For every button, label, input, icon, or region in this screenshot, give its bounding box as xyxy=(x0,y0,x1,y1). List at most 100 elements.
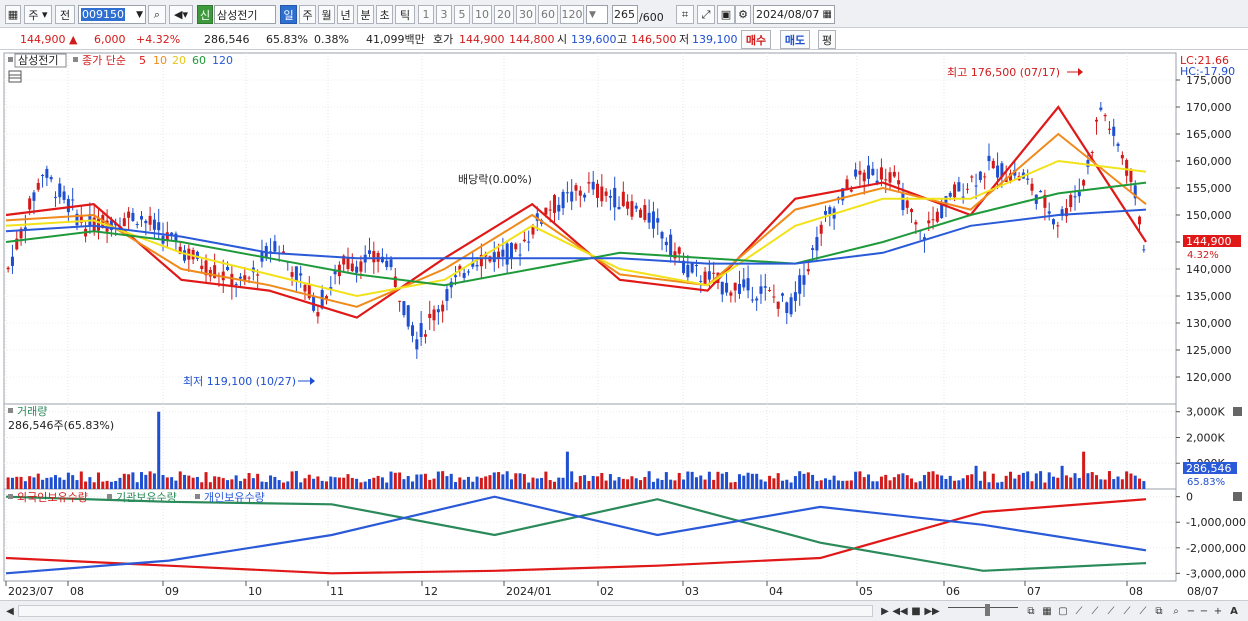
rewind-icon[interactable]: ◀◀ xyxy=(892,603,907,619)
candle-body xyxy=(1077,191,1081,197)
volume-bar xyxy=(729,482,733,489)
interval-30[interactable]: 30 xyxy=(516,5,536,24)
holdings-close-icon[interactable] xyxy=(1233,492,1242,501)
evaluate-button[interactable]: 평 xyxy=(818,30,836,49)
line-tool-icon[interactable]: ⟋ xyxy=(1072,603,1086,619)
layout-icon[interactable]: ⧉ xyxy=(1024,603,1038,619)
volume-bar xyxy=(127,474,131,489)
volume-bar xyxy=(948,475,952,489)
candle-body xyxy=(802,275,806,285)
candle-body xyxy=(466,271,470,273)
period-day[interactable]: 일 xyxy=(280,5,297,24)
candle-body xyxy=(703,271,707,285)
interval-120[interactable]: 120 xyxy=(560,5,584,24)
period-week[interactable]: 주 xyxy=(299,5,316,24)
candle-body xyxy=(647,212,651,223)
fast-forward-icon[interactable]: ▶▶ xyxy=(924,603,939,619)
grid-icon[interactable]: ▦ xyxy=(1040,603,1054,619)
scroll-right-icon[interactable]: ▶ xyxy=(879,603,891,619)
zoom-in-icon[interactable]: + xyxy=(1213,603,1223,619)
volume-bar xyxy=(385,482,389,489)
volume-bar xyxy=(1095,475,1099,489)
zigzag-tool-icon[interactable]: ⟋ xyxy=(1136,603,1150,619)
candle-body xyxy=(389,259,393,268)
screen-icon[interactable]: ▢ xyxy=(1056,603,1070,619)
scroll-left-icon[interactable]: ◀ xyxy=(4,603,16,619)
interval-3[interactable]: 3 xyxy=(436,5,452,24)
x-tick-label: 08/07 xyxy=(1187,585,1219,598)
stock-name-field[interactable]: 삼성전기 xyxy=(214,5,276,24)
interval-10[interactable]: 10 xyxy=(472,5,492,24)
x-tick-label: 02 xyxy=(600,585,614,598)
candle-body xyxy=(234,284,238,286)
trend-tool-icon[interactable]: ⟋ xyxy=(1088,603,1102,619)
volume-bar xyxy=(294,471,298,489)
zoom-slider-handle[interactable] xyxy=(985,604,990,616)
wave-tool-icon[interactable]: ⟋ xyxy=(1120,603,1134,619)
period-second[interactable]: 초 xyxy=(376,5,393,24)
market-select[interactable]: 주 ▾ xyxy=(24,5,52,24)
stock-code-input[interactable]: 009150 ▼ xyxy=(78,5,146,24)
period-month[interactable]: 월 xyxy=(318,5,335,24)
stop-icon[interactable]: ■ xyxy=(910,603,922,619)
volume-bar xyxy=(92,482,96,489)
volume-bar xyxy=(23,481,27,489)
indicator-icon[interactable]: ⌗ xyxy=(676,5,694,24)
search-icon[interactable]: ⌕ xyxy=(1170,603,1182,619)
candle-body xyxy=(673,251,677,259)
holdings-tick-label: 0 xyxy=(1186,491,1193,504)
count-input[interactable]: 265 xyxy=(612,5,638,24)
volume-close-icon[interactable] xyxy=(1233,407,1242,416)
interval-60[interactable]: 60 xyxy=(538,5,558,24)
interval-1[interactable]: 1 xyxy=(418,5,434,24)
period-tick[interactable]: 틱 xyxy=(395,5,415,24)
period-year[interactable]: 년 xyxy=(337,5,354,24)
save-icon[interactable]: ▣ xyxy=(717,5,735,24)
chart-area[interactable]: 175,000 170,000 165,000 160,000 155,000 150,0… xyxy=(0,51,1248,600)
volume-bar xyxy=(41,479,45,489)
candle-body xyxy=(561,191,565,209)
legend-ma20: 20 xyxy=(172,54,186,67)
candle-body xyxy=(733,282,737,291)
interval-custom-select[interactable]: ▼ xyxy=(586,5,608,24)
scroll-track[interactable] xyxy=(18,605,873,617)
current-pct-tag: 4.32% xyxy=(1187,250,1219,261)
volume-bar xyxy=(187,475,191,489)
buy-button[interactable]: 매수 xyxy=(741,30,771,49)
zoom-slider[interactable] xyxy=(948,607,1018,614)
sound-icon[interactable]: ◀▾ xyxy=(169,5,193,24)
dividend-annotation: 배당락(0.00%) xyxy=(458,173,532,186)
volume-bar xyxy=(62,479,66,489)
volume-bar xyxy=(540,477,544,489)
volume-bar xyxy=(953,480,957,489)
calendar-icon[interactable]: ▦ xyxy=(823,9,832,20)
candle-body xyxy=(910,209,914,213)
volume-bar xyxy=(135,482,139,489)
draw-tool-icon[interactable]: ⤢ xyxy=(697,5,715,24)
date-input[interactable]: 2024/08/07 ▦ xyxy=(753,5,835,24)
chevron-down-icon[interactable]: ▼ xyxy=(136,10,143,20)
stock-chart-svg[interactable]: 175,000170,000165,000160,000155,000150,0… xyxy=(0,51,1248,600)
candle-body xyxy=(230,273,234,287)
zoom-out-icon[interactable]: − xyxy=(1199,603,1209,619)
hc-label: HC:-17.90 xyxy=(1180,65,1235,78)
gear-icon[interactable]: ⚙ xyxy=(735,5,751,24)
volume-bar xyxy=(522,474,526,489)
auto-scale-icon[interactable]: A xyxy=(1228,603,1240,619)
volume-bar xyxy=(58,477,62,489)
prev-button[interactable]: 전 xyxy=(55,5,75,24)
candle-body xyxy=(729,292,733,296)
sell-button[interactable]: 매도 xyxy=(780,30,810,49)
pattern-tool-icon[interactable]: ⟋ xyxy=(1104,603,1118,619)
candle-body xyxy=(879,167,883,180)
search-icon[interactable]: ⌕ xyxy=(148,5,166,24)
zoom-out-small-icon[interactable]: − xyxy=(1186,603,1196,619)
interval-5[interactable]: 5 xyxy=(454,5,470,24)
period-minute[interactable]: 분 xyxy=(357,5,374,24)
interval-20[interactable]: 20 xyxy=(494,5,514,24)
copy-icon[interactable]: ⧉ xyxy=(1152,603,1166,619)
chart-menu-icon[interactable]: ▦ xyxy=(5,5,21,24)
market-badge: 신 xyxy=(197,5,213,24)
volume-bar xyxy=(213,476,217,489)
table-toggle-icon[interactable] xyxy=(8,70,22,83)
